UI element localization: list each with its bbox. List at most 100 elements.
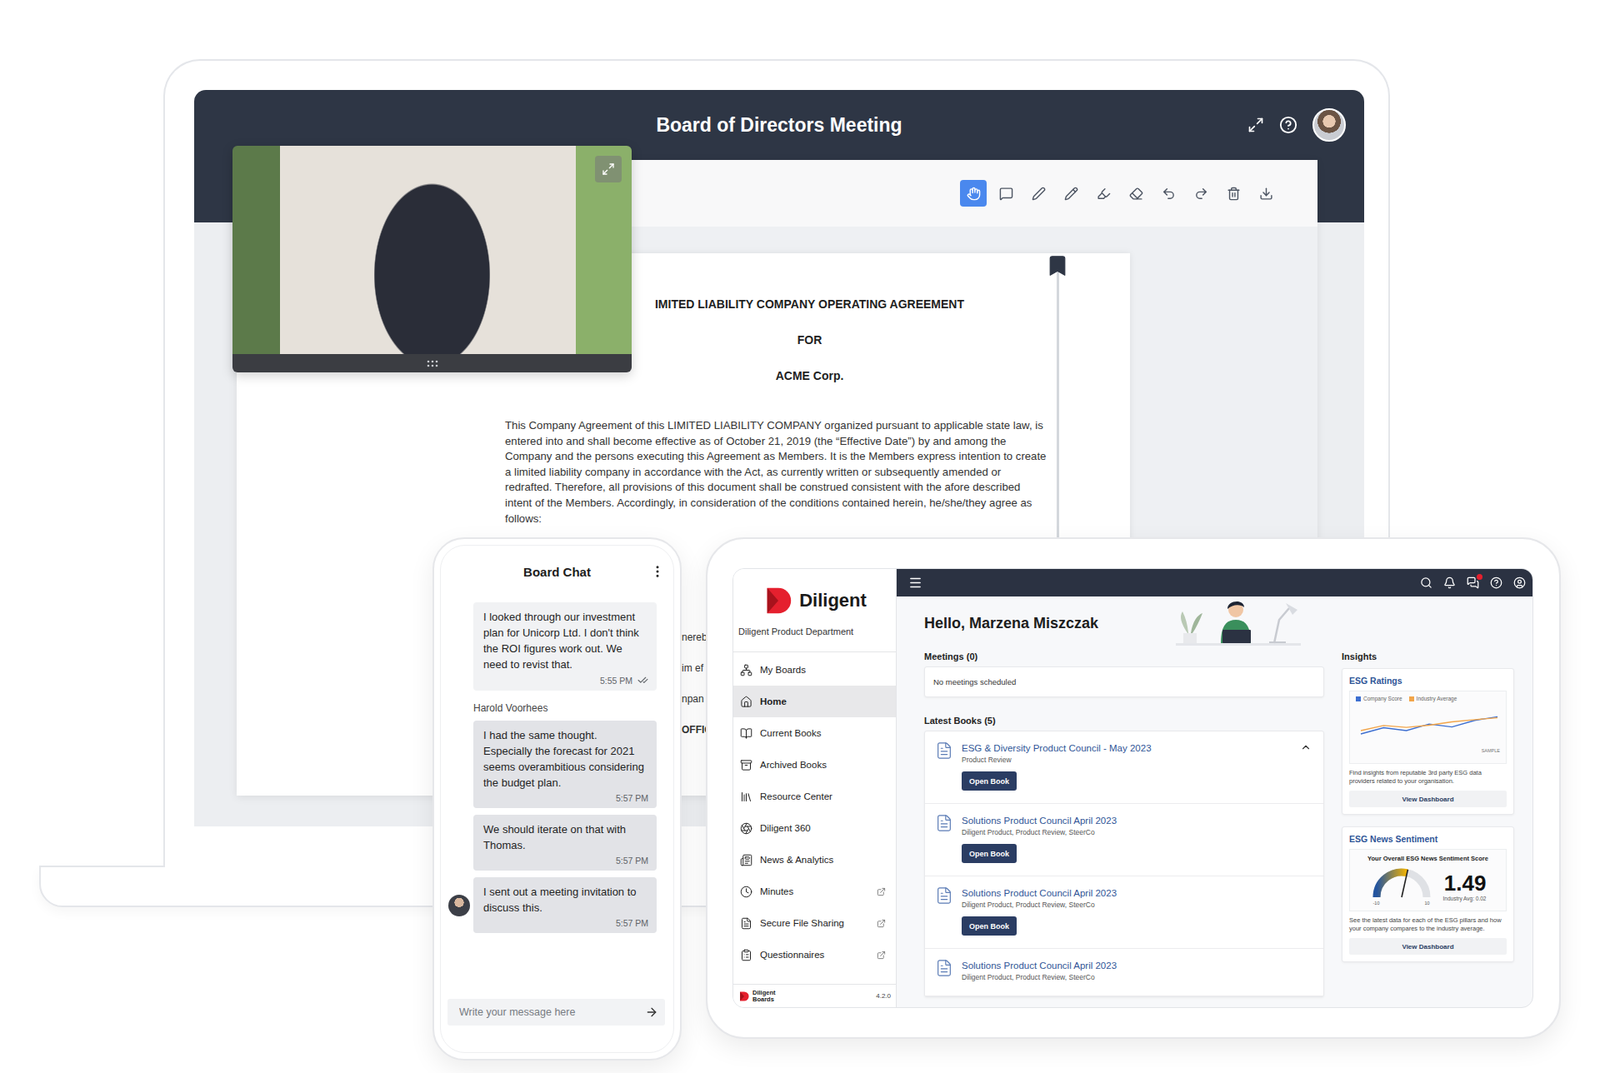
board-chat: Board ChatI looked through our investmen… xyxy=(440,545,675,1054)
external-link-icon xyxy=(876,950,886,960)
tool-button[interactable] xyxy=(960,180,987,207)
bookmark-icon xyxy=(1045,253,1070,279)
sidebar-item[interactable]: Archived Books xyxy=(733,749,896,781)
sidebar-item-label: Home xyxy=(760,696,886,707)
expand-video-button[interactable] xyxy=(595,155,622,183)
sidebar-item[interactable]: Home xyxy=(733,685,896,718)
search-icon[interactable] xyxy=(1420,576,1433,590)
tool-button[interactable] xyxy=(1090,180,1117,207)
sidebar-item[interactable]: Secure File Sharing xyxy=(733,907,896,940)
menu-icon[interactable] xyxy=(908,575,923,590)
view-dashboard-button[interactable]: View Dashboard xyxy=(1349,790,1507,808)
download-icon xyxy=(1259,186,1274,201)
main-column: Hello, Marzena MiszczakMeetings (0)No me… xyxy=(924,596,1325,1008)
tool-button[interactable] xyxy=(1057,180,1085,207)
avatar-slot xyxy=(445,895,474,917)
brand-logo[interactable]: Diligent xyxy=(738,585,891,617)
tool-button[interactable] xyxy=(1122,180,1150,207)
open-book-button[interactable]: Open Book xyxy=(961,844,1017,864)
message-row: I looked through our investment plan for… xyxy=(445,602,657,691)
video-call[interactable] xyxy=(232,145,632,373)
send-button[interactable] xyxy=(645,1005,659,1020)
clock-icon xyxy=(740,885,753,899)
message-time: 5:57 PM xyxy=(615,855,649,866)
tool-button[interactable] xyxy=(1220,180,1247,207)
external-link-icon xyxy=(876,919,886,929)
message-text: I sent out a meeting invitation to discu… xyxy=(483,884,649,916)
sidebar-nav: My Boards Home Current Books Archived Books… xyxy=(733,652,896,971)
tool-button[interactable] xyxy=(1252,180,1280,207)
sidebar-item[interactable]: Minutes xyxy=(733,875,896,908)
message-bubble: I looked through our investment plan for… xyxy=(473,602,657,691)
open-book-button[interactable]: Open Book xyxy=(961,916,1017,936)
messages-button[interactable] xyxy=(1466,576,1480,590)
book-tags: Diligent Product, Product Review, SteerC… xyxy=(961,900,1312,911)
book-title[interactable]: Solutions Product Council April 2023 xyxy=(961,886,1312,900)
view-dashboard-button[interactable]: View Dashboard xyxy=(1349,938,1507,955)
book-item: Solutions Product Council April 2023Dili… xyxy=(925,949,1324,997)
bell-icon[interactable] xyxy=(1443,576,1456,590)
message-time: 5:57 PM xyxy=(615,793,649,804)
library-icon xyxy=(740,790,753,804)
message-input[interactable] xyxy=(457,1005,640,1020)
tool-button[interactable] xyxy=(1025,180,1052,207)
sidebar-item[interactable]: News & Analytics xyxy=(733,844,896,876)
hand-icon xyxy=(966,186,981,201)
fullscreen-icon[interactable] xyxy=(1247,116,1265,134)
meetings-card: No meetings scheduled xyxy=(924,666,1325,698)
help-icon[interactable] xyxy=(1490,576,1503,590)
gauge-labels: -1010 xyxy=(1370,900,1434,906)
phone: Board ChatI looked through our investmen… xyxy=(432,537,682,1061)
tablet: DiligentDiligent Product DepartmentMy Bo… xyxy=(705,537,1561,1040)
book-title[interactable]: ESG & Diversity Product Council - May 20… xyxy=(961,741,1292,755)
comment-icon xyxy=(999,186,1014,201)
chat-menu-button[interactable] xyxy=(650,564,665,580)
eraser-icon xyxy=(1129,186,1144,201)
video-bar xyxy=(232,354,632,373)
send-arrow-icon xyxy=(645,1005,659,1020)
greeting-row: Hello, Marzena Miszczak xyxy=(924,596,1325,650)
redo-icon xyxy=(1194,186,1209,201)
message-list: I looked through our investment plan for… xyxy=(440,597,674,1000)
aperture-icon xyxy=(740,822,753,835)
sidebar-item[interactable]: Resource Center xyxy=(733,780,896,813)
tool-button[interactable] xyxy=(992,180,1020,207)
tool-button[interactable] xyxy=(1187,180,1215,207)
user-avatar[interactable] xyxy=(1312,108,1346,142)
bookmark[interactable] xyxy=(1045,253,1070,279)
collapse-button[interactable] xyxy=(1300,741,1312,754)
expand-icon xyxy=(601,162,615,176)
sidebar-item[interactable]: Diligent 360 xyxy=(733,812,896,845)
desk-illustration-icon xyxy=(1175,596,1301,650)
sidebar-item-label: Diligent 360 xyxy=(760,823,886,834)
book-title[interactable]: Solutions Product Council April 2023 xyxy=(961,814,1312,828)
help-icon[interactable] xyxy=(1279,115,1298,135)
industry-average: Industry Avg: 0.02 xyxy=(1443,895,1487,902)
insights-label: Insights xyxy=(1341,651,1515,662)
message-text: I had the same thought. Especially the f… xyxy=(483,727,649,791)
drag-handle-icon[interactable] xyxy=(426,360,439,368)
open-book-button[interactable]: Open Book xyxy=(961,771,1017,791)
books-label: Latest Books (5) xyxy=(924,715,1325,726)
header-actions xyxy=(1247,108,1346,142)
file-icon xyxy=(740,917,753,930)
external-link-icon xyxy=(876,887,886,897)
sidebar-item-label: News & Analytics xyxy=(760,855,886,865)
gauge: -1010 xyxy=(1370,865,1434,906)
sidebar-item-label: Current Books xyxy=(760,728,886,739)
title-line: ACME Corp. xyxy=(775,368,845,384)
sidebar-item[interactable]: My Boards xyxy=(733,654,896,686)
tool-button[interactable] xyxy=(1155,180,1182,207)
book-item: Solutions Product Council April 2023Dili… xyxy=(925,804,1324,877)
book-title[interactable]: Solutions Product Council April 2023 xyxy=(961,959,1312,973)
book-text: ESG & Diversity Product Council - May 20… xyxy=(961,741,1292,791)
sender-avatar[interactable] xyxy=(448,895,470,917)
gauge-row: -10101.49Industry Avg: 0.02 xyxy=(1370,865,1487,906)
message-input-bar xyxy=(447,999,665,1026)
sidebar-item[interactable]: Questionnaires xyxy=(733,939,896,971)
pencil-icon xyxy=(1064,186,1079,201)
message-row: I sent out a meeting invitation to discu… xyxy=(445,877,657,934)
newspaper-icon xyxy=(740,854,753,867)
sidebar-item[interactable]: Current Books xyxy=(733,717,896,750)
profile-icon[interactable] xyxy=(1513,576,1526,590)
